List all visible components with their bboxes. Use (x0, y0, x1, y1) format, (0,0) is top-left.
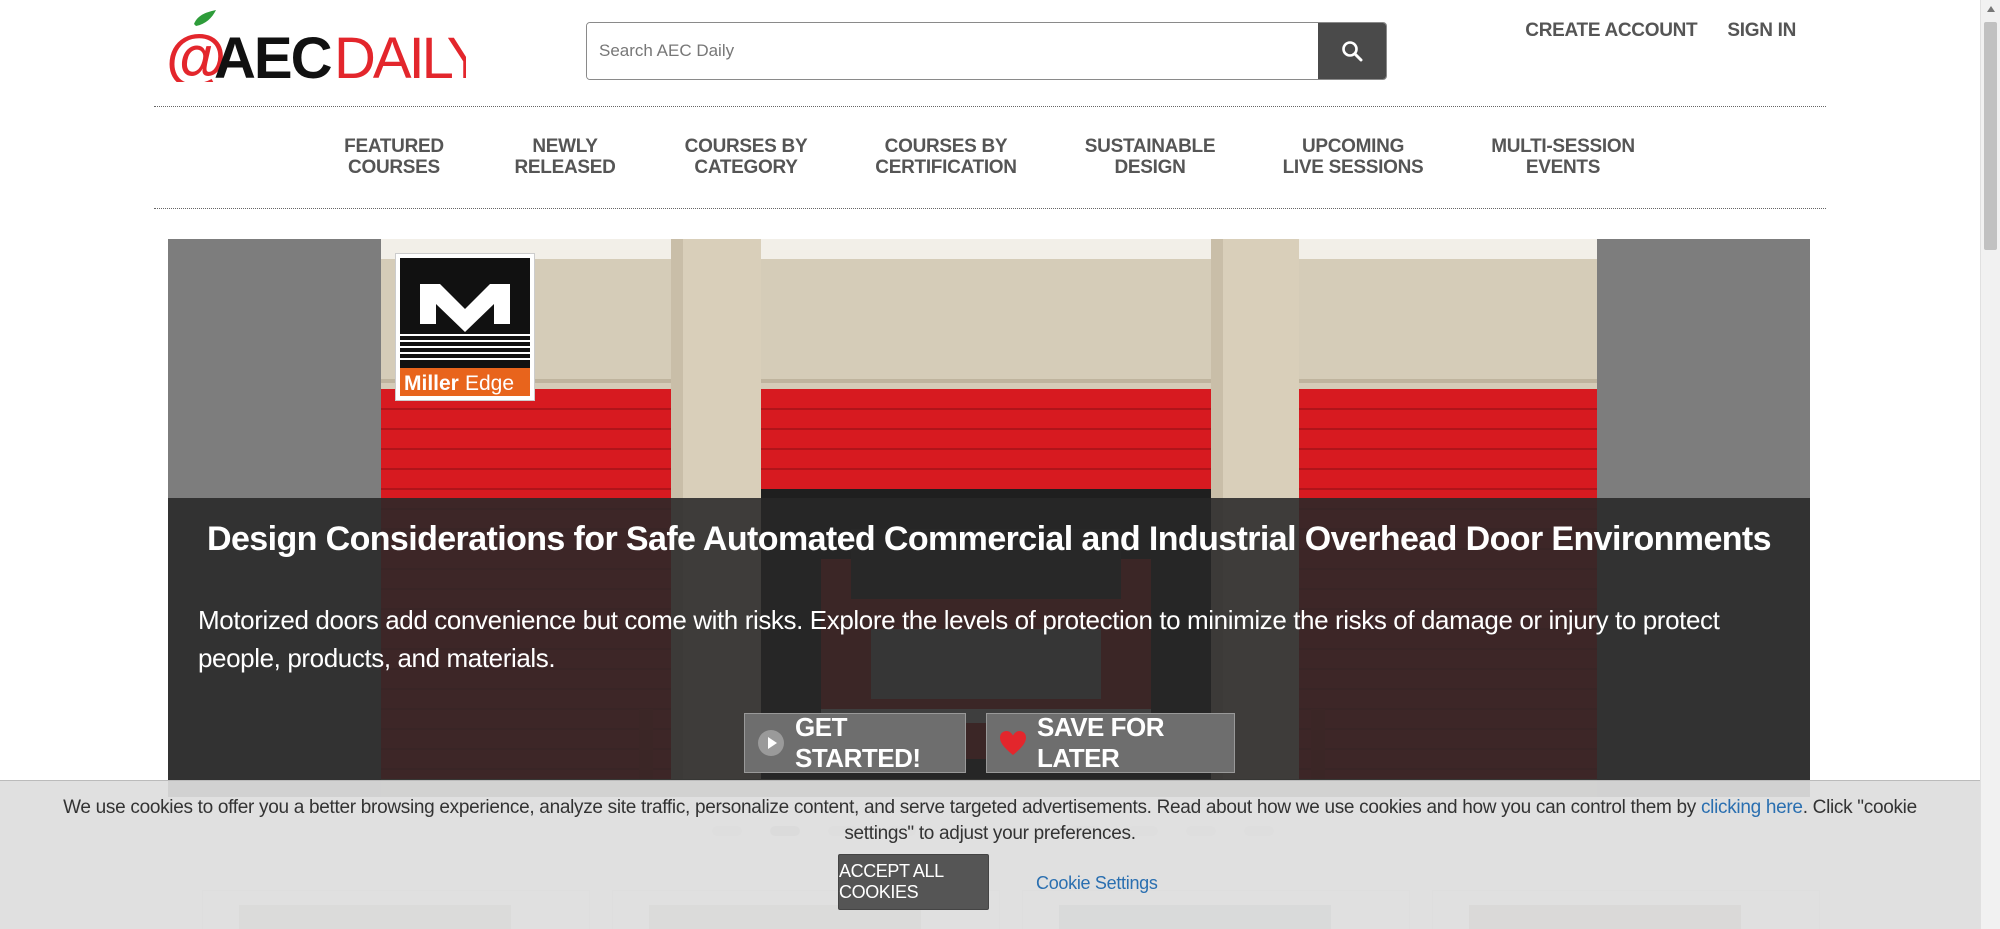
cookie-banner: We use cookies to offer you a better bro… (0, 780, 1980, 929)
heart-icon (1000, 731, 1026, 755)
aecdaily-logo[interactable]: @ AEC DAILY (166, 10, 488, 92)
course-title[interactable]: Design Considerations for Safe Automated… (168, 520, 1810, 559)
hero-caption: Design Considerations for Safe Automated… (168, 498, 1810, 797)
scroll-up-arrow-icon[interactable] (1981, 0, 2000, 18)
nav-upcoming-live-sessions[interactable]: UPCOMING LIVE SESSIONS (1283, 136, 1424, 178)
save-for-later-button[interactable]: SAVE FOR LATER (986, 712, 1235, 773)
nav-newly-released[interactable]: NEWLY RELEASED (514, 136, 615, 178)
course-description: Motorized doors add convenience but come… (198, 605, 1720, 673)
logo-aec: AEC (214, 26, 332, 82)
nav-courses-by-certification[interactable]: COURSES BY CERTIFICATION (875, 136, 1017, 178)
account-links: CREATE ACCOUNT SIGN IN (1525, 20, 1796, 42)
header-divider (154, 106, 1826, 107)
hero-banner: Miller Edge Design Considerations for Sa… (168, 239, 1810, 797)
cookie-text-before: We use cookies to offer you a better bro… (63, 797, 1701, 818)
page-scrollbar[interactable] (1980, 0, 2000, 929)
search-box (586, 22, 1387, 80)
sign-in-link[interactable]: SIGN IN (1727, 20, 1796, 42)
create-account-link[interactable]: CREATE ACCOUNT (1525, 20, 1697, 42)
search-icon (1342, 41, 1363, 62)
get-started-button[interactable]: GET STARTED! (744, 712, 966, 773)
cookie-message: We use cookies to offer you a better bro… (30, 795, 1950, 847)
sponsor-name-part2: Edge (465, 372, 514, 395)
cookie-settings-link[interactable]: Cookie Settings (1036, 873, 1158, 894)
cookie-policy-link[interactable]: clicking here (1701, 797, 1803, 818)
millerdge-sponsor-logo[interactable]: Miller Edge (395, 253, 535, 401)
page: @ AEC DAILY CREATE ACCOUNT SIGN IN FEATU… (0, 0, 2000, 929)
nav-multi-session-events[interactable]: MULTI-SESSION EVENTS (1491, 136, 1635, 178)
accept-all-cookies-button[interactable]: ACCEPT ALL COOKIES (838, 854, 989, 910)
logo-daily: DAILY (334, 26, 466, 82)
scrollbar-thumb[interactable] (1984, 22, 1997, 250)
play-icon (758, 730, 784, 756)
get-started-label: GET STARTED! (795, 712, 921, 773)
nav-featured-courses[interactable]: FEATURED COURSES (344, 136, 444, 178)
search-input[interactable] (587, 23, 1319, 79)
nav-courses-by-category[interactable]: COURSES BY CATEGORY (685, 136, 808, 178)
save-for-later-label: SAVE FOR LATER (1037, 712, 1164, 773)
nav-sustainable-design[interactable]: SUSTAINABLE DESIGN (1085, 136, 1216, 178)
nav-divider (154, 208, 1826, 209)
sponsor-name-part1: Miller (404, 372, 459, 395)
search-button[interactable] (1318, 23, 1386, 79)
